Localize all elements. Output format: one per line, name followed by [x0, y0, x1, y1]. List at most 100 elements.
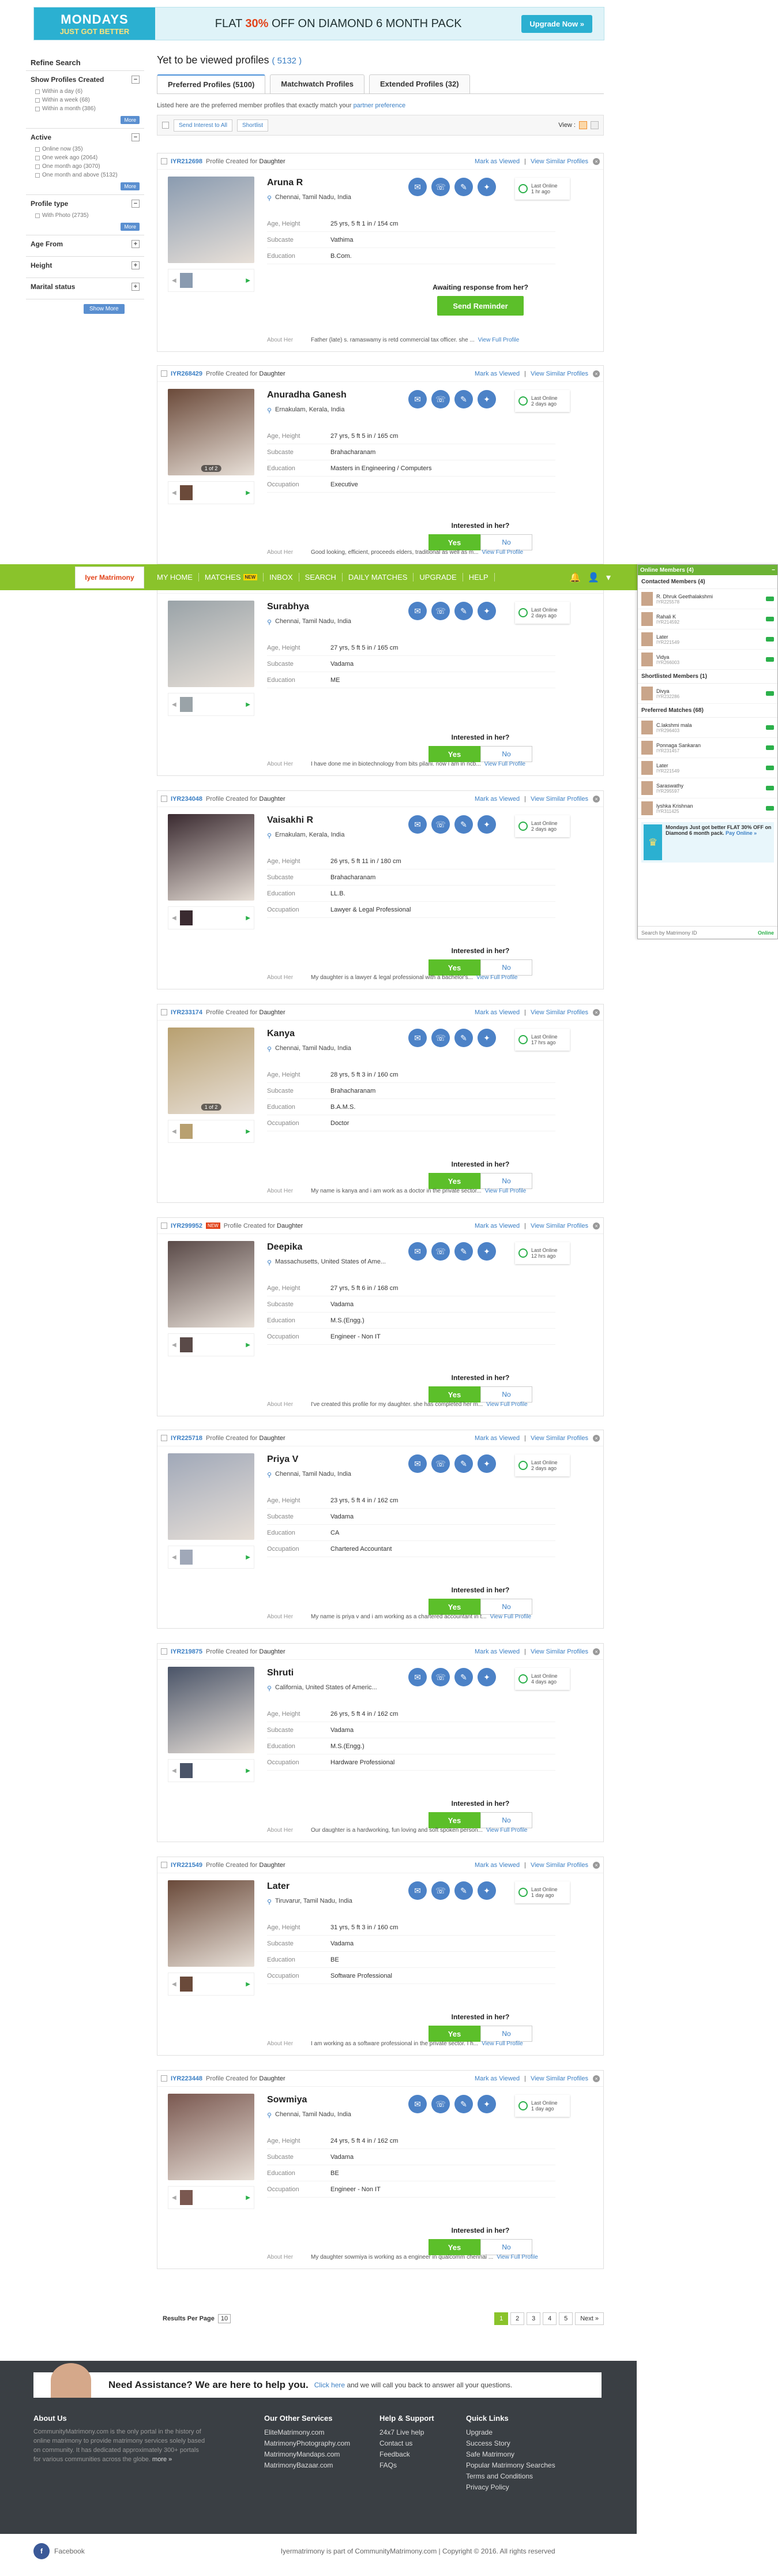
mark-viewed-link[interactable]: Mark as Viewed	[475, 796, 520, 803]
chat-member[interactable]: Rahali K IYR214592	[638, 609, 777, 629]
view-similar-link[interactable]: View Similar Profiles	[531, 1862, 588, 1869]
phone-icon[interactable]: ☏	[431, 602, 450, 620]
filter-option[interactable]: Within a day (6)	[31, 87, 140, 96]
view-similar-link[interactable]: View Similar Profiles	[531, 370, 588, 377]
filter-toggle-icon[interactable]: +	[131, 240, 140, 248]
arrow-left-icon[interactable]: ◀	[172, 1981, 176, 1988]
mail-icon[interactable]: ✉	[408, 1668, 427, 1686]
chat-group-title[interactable]: Preferred Matches (68)	[638, 704, 777, 718]
chat-status-icon[interactable]	[766, 617, 774, 621]
close-icon[interactable]: ×	[593, 1222, 600, 1229]
phone-icon[interactable]: ☏	[431, 815, 450, 834]
filter-option[interactable]: Online now (35)	[31, 145, 140, 153]
footer-link[interactable]: Popular Matrimony Searches	[466, 2460, 593, 2471]
chat-member[interactable]: R. Dhruk Geethalakshmi IYR225578	[638, 589, 777, 609]
send-interest-all-button[interactable]: Send Interest to All	[174, 119, 232, 132]
filter-checkbox[interactable]	[35, 89, 40, 94]
profile-photo[interactable]	[168, 1667, 254, 1753]
phone-icon[interactable]: ☏	[431, 1029, 450, 1047]
horoscope-icon[interactable]: ✦	[478, 390, 496, 408]
mark-viewed-link[interactable]: Mark as Viewed	[475, 1435, 520, 1442]
phone-icon[interactable]: ☏	[431, 1242, 450, 1261]
profile-photo[interactable]	[168, 2094, 254, 2180]
chat-icon[interactable]: ✎	[454, 1454, 473, 1473]
chat-member[interactable]: Ponnaga Sankaran IYR231457	[638, 738, 777, 758]
chat-status-icon[interactable]	[766, 657, 774, 662]
results-per-page-select[interactable]: 10	[217, 2314, 231, 2323]
mail-icon[interactable]: ✉	[408, 1029, 427, 1047]
arrow-left-icon[interactable]: ◀	[172, 2195, 176, 2201]
arrow-right-icon[interactable]: ▶	[246, 490, 250, 496]
photo-thumbnail[interactable]	[179, 485, 193, 500]
chat-status-icon[interactable]	[766, 637, 774, 642]
profile-photo[interactable]	[168, 814, 254, 901]
phone-icon[interactable]: ☏	[431, 178, 450, 196]
list-view-icon[interactable]	[579, 121, 587, 129]
mail-icon[interactable]: ✉	[408, 178, 427, 196]
footer-link[interactable]: Feedback	[379, 2449, 466, 2460]
view-full-profile-link[interactable]: View Full Profile	[486, 1827, 528, 1833]
filter-checkbox[interactable]	[35, 106, 40, 111]
filter-toggle-icon[interactable]: −	[131, 76, 140, 84]
filter-header[interactable]: Profile type −	[31, 200, 140, 208]
horoscope-icon[interactable]: ✦	[478, 1029, 496, 1047]
profile-photo[interactable]: 1 of 2	[168, 389, 254, 475]
footer-link[interactable]: Contact us	[379, 2438, 466, 2449]
shortlist-button[interactable]: Shortlist	[236, 119, 269, 132]
profile-id-link[interactable]: IYR234048	[171, 796, 202, 803]
chat-member[interactable]: Saraswathy IYR295597	[638, 778, 777, 798]
photo-thumbnail[interactable]	[179, 1337, 193, 1352]
view-similar-link[interactable]: View Similar Profiles	[531, 796, 588, 803]
site-logo[interactable]: Iyer Matrimony	[75, 566, 144, 588]
filter-option[interactable]: One month and above (5132)	[31, 171, 140, 179]
no-button[interactable]: No	[480, 2239, 532, 2255]
close-icon[interactable]: ×	[593, 1008, 600, 1016]
filter-option[interactable]: One month ago (3070)	[31, 162, 140, 171]
view-similar-link[interactable]: View Similar Profiles	[531, 2075, 588, 2082]
horoscope-icon[interactable]: ✦	[478, 1242, 496, 1261]
nav-item-label[interactable]: DAILY MATCHES	[348, 573, 408, 582]
tab-matchwatch[interactable]: Matchwatch Profiles	[270, 74, 364, 93]
nav-item-label[interactable]: INBOX	[269, 573, 292, 582]
arrow-left-icon[interactable]: ◀	[172, 1554, 176, 1561]
horoscope-icon[interactable]: ✦	[478, 2095, 496, 2113]
mark-viewed-link[interactable]: Mark as Viewed	[475, 1009, 520, 1016]
arrow-left-icon[interactable]: ◀	[172, 490, 176, 496]
chat-member[interactable]: C.lakshmi mala IYR296403	[638, 718, 777, 738]
page-link[interactable]: 3	[527, 2312, 541, 2325]
profile-photo[interactable]	[168, 1453, 254, 1540]
chat-icon[interactable]: ✎	[454, 1881, 473, 1900]
filter-toggle-icon[interactable]: −	[131, 133, 140, 141]
arrow-right-icon[interactable]: ▶	[246, 1768, 250, 1774]
nav-item-label[interactable]: SEARCH	[305, 573, 336, 582]
tab-extended[interactable]: Extended Profiles (32)	[369, 74, 470, 93]
facebook-link[interactable]: f Facebook	[33, 2543, 85, 2559]
facebook-icon[interactable]: f	[33, 2543, 50, 2559]
footer-link[interactable]: Privacy Policy	[466, 2482, 593, 2493]
filter-more-button[interactable]: More	[121, 223, 140, 231]
footer-link[interactable]: Terms and Conditions	[466, 2471, 593, 2482]
filter-toggle-icon[interactable]: +	[131, 261, 140, 269]
filter-header[interactable]: Height +	[31, 261, 140, 269]
yes-button[interactable]: Yes	[429, 1599, 480, 1615]
profile-id-link[interactable]: IYR219875	[171, 1648, 202, 1655]
view-similar-link[interactable]: View Similar Profiles	[531, 1223, 588, 1229]
page-link[interactable]: 2	[510, 2312, 525, 2325]
yes-button[interactable]: Yes	[429, 534, 480, 550]
profile-name[interactable]: Later	[267, 1881, 290, 1892]
filter-checkbox[interactable]	[35, 147, 40, 152]
footer-link[interactable]: MatrimonyPhotography.com	[264, 2438, 379, 2449]
filter-option[interactable]: Within a week (68)	[31, 96, 140, 104]
chat-icon[interactable]: ✎	[454, 178, 473, 196]
filter-header[interactable]: Show Profiles Created −	[31, 76, 140, 84]
arrow-right-icon[interactable]: ▶	[246, 702, 250, 708]
arrow-left-icon[interactable]: ◀	[172, 915, 176, 921]
profile-id-link[interactable]: IYR223448	[171, 2075, 202, 2082]
nav-item[interactable]: UPGRADE	[414, 573, 463, 582]
mail-icon[interactable]: ✉	[408, 1242, 427, 1261]
chat-icon[interactable]: ✎	[454, 815, 473, 834]
nav-item-label[interactable]: MATCHES	[205, 573, 241, 582]
partner-preference-link[interactable]: partner preference	[354, 102, 406, 109]
close-icon[interactable]: ×	[593, 1861, 600, 1869]
chat-group-title[interactable]: Contacted Members (4)	[638, 575, 777, 589]
